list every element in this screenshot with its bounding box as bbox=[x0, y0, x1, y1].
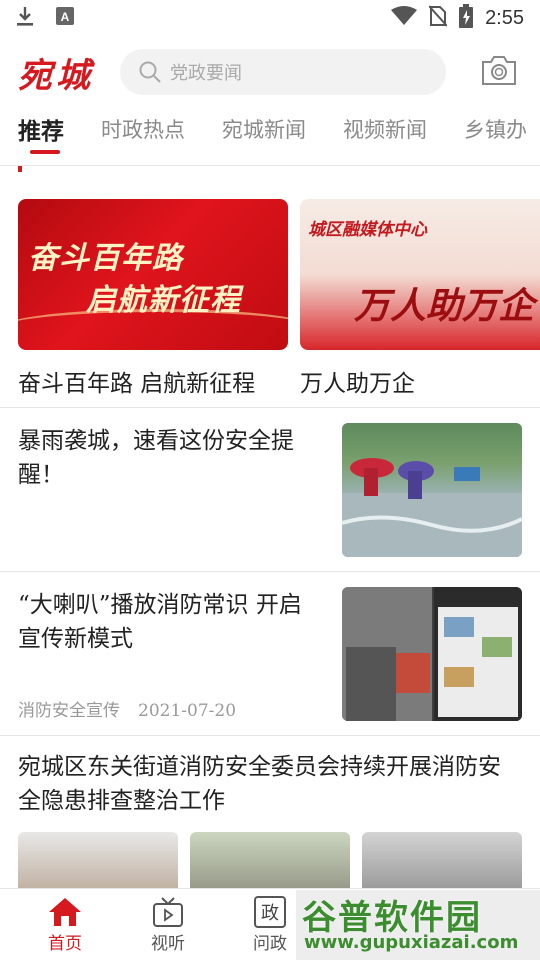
nav-wenzheng[interactable]: 政 问政 bbox=[235, 895, 305, 954]
news-source: 消防安全宣传 bbox=[18, 701, 120, 721]
section-marker bbox=[18, 166, 22, 172]
camera-icon bbox=[482, 56, 516, 85]
news-item[interactable]: 暴雨袭城，速看这份安全提醒！ bbox=[0, 408, 540, 572]
app-header: 宛城 党政要闻 bbox=[0, 44, 540, 100]
no-sim-icon bbox=[428, 5, 448, 31]
home-icon bbox=[49, 898, 81, 926]
banner-text: 城区融媒体中心 bbox=[308, 220, 427, 240]
carousel[interactable]: 奋斗百年路 启航新征程 奋斗百年路 启航新征程 城区融媒体中心 万人助万企 万人… bbox=[0, 176, 540, 408]
search-icon bbox=[139, 61, 161, 83]
tab-video-news[interactable]: 视频新闻 bbox=[343, 104, 427, 144]
tab-wancheng-news[interactable]: 宛城新闻 bbox=[222, 104, 306, 144]
svg-text:政: 政 bbox=[261, 903, 279, 924]
clock: 2:55 bbox=[485, 6, 524, 29]
nav-label: 问政 bbox=[253, 934, 287, 954]
news-thumbnail bbox=[342, 423, 522, 557]
download-icon bbox=[16, 5, 34, 31]
carousel-caption: 万人助万企 bbox=[300, 371, 415, 397]
news-item[interactable]: 宛城区东关街道消防安全委员会持续开展消防安全隐患排查整治工作 bbox=[0, 736, 540, 888]
camera-button[interactable] bbox=[480, 54, 518, 90]
news-thumbnail bbox=[362, 832, 522, 888]
news-image-row bbox=[0, 832, 540, 888]
news-thumbnail bbox=[342, 587, 522, 721]
news-thumbnail bbox=[190, 832, 350, 888]
news-meta: 消防安全宣传 2021-07-20 bbox=[18, 696, 236, 721]
tab-politics-hot[interactable]: 时政热点 bbox=[101, 104, 185, 144]
news-title: 宛城区东关街道消防安全委员会持续开展消防安全隐患排查整治工作 bbox=[18, 754, 501, 814]
news-title: “大喇叭”播放消防常识 开启宣传新模式 bbox=[18, 592, 302, 652]
carousel-caption: 奋斗百年路 启航新征程 bbox=[18, 371, 256, 397]
carousel-slide[interactable]: 奋斗百年路 启航新征程 奋斗百年路 启航新征程 bbox=[18, 199, 288, 398]
news-thumbnail bbox=[18, 832, 178, 888]
tab-towns[interactable]: 乡镇办 bbox=[464, 104, 527, 144]
nav-av[interactable]: 视听 bbox=[133, 895, 203, 954]
status-bar: A 2:55 bbox=[0, 0, 540, 36]
battery-charging-icon bbox=[459, 4, 474, 32]
app-notification-icon: A bbox=[56, 7, 74, 29]
search-placeholder: 党政要闻 bbox=[170, 63, 242, 84]
banner-text: 万人助万企 bbox=[354, 285, 535, 327]
search-input[interactable]: 党政要闻 bbox=[120, 49, 446, 95]
banner-text: 奋斗百年路 bbox=[28, 241, 183, 276]
news-feed[interactable]: 奋斗百年路 启航新征程 奋斗百年路 启航新征程 城区融媒体中心 万人助万企 万人… bbox=[0, 166, 540, 888]
nav-home[interactable]: 首页 bbox=[30, 895, 100, 954]
watermark-url: www.gupuxiazai.com bbox=[304, 932, 519, 953]
watermark-logo: 谷普软件园 www.gupuxiazai.com bbox=[296, 890, 540, 960]
channel-tabs: 推荐 时政热点 宛城新闻 视频新闻 乡镇办 bbox=[0, 104, 540, 166]
nav-label: 首页 bbox=[48, 934, 82, 954]
tab-recommend[interactable]: 推荐 bbox=[18, 104, 64, 154]
carousel-slide[interactable]: 城区融媒体中心 万人助万企 万人助万企 bbox=[300, 199, 540, 398]
carousel-image: 城区融媒体中心 万人助万企 bbox=[300, 199, 540, 350]
wifi-icon bbox=[391, 6, 418, 30]
section-header bbox=[0, 166, 540, 176]
news-date: 2021-07-20 bbox=[138, 701, 237, 721]
banner-text: 启航新征程 bbox=[86, 283, 241, 318]
zheng-icon: 政 bbox=[254, 896, 286, 928]
news-item[interactable]: “大喇叭”播放消防常识 开启宣传新模式 消防安全宣传 2021-07-20 bbox=[0, 572, 540, 736]
svg-text:A: A bbox=[61, 10, 70, 24]
carousel-image: 奋斗百年路 启航新征程 bbox=[18, 199, 288, 350]
app-logo: 宛城 bbox=[18, 55, 94, 96]
nav-label: 视听 bbox=[151, 934, 185, 954]
tv-icon bbox=[153, 897, 183, 927]
news-title: 暴雨袭城，速看这份安全提醒！ bbox=[18, 428, 294, 488]
